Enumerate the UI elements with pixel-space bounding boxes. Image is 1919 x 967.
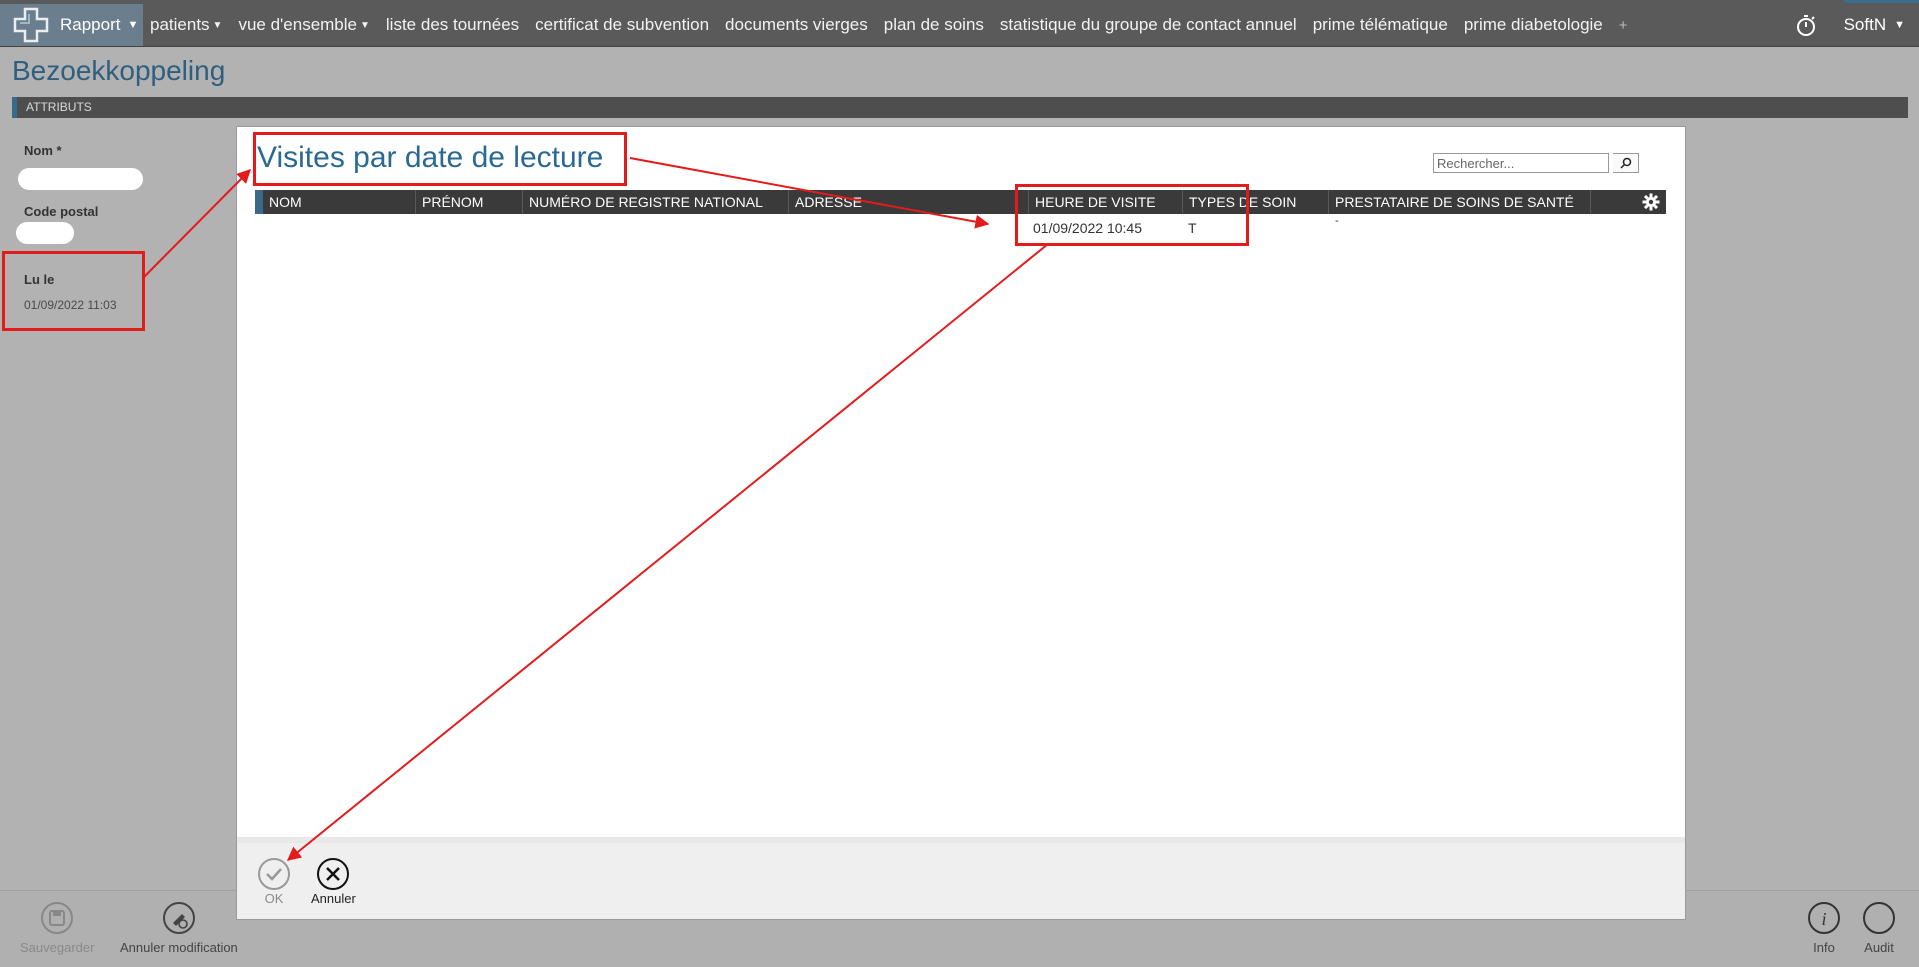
gear-icon[interactable] bbox=[1642, 193, 1660, 211]
main-nav: patients ▼ vue d'ensemble ▼ liste des tourné… bbox=[150, 4, 1644, 46]
dialog-footer: OK Annuler bbox=[237, 837, 1685, 919]
nav-item-3[interactable]: certificat de subvention bbox=[535, 15, 709, 35]
search-icon bbox=[1619, 157, 1631, 169]
save-button[interactable]: Sauvegarder bbox=[20, 901, 94, 955]
nav-item-label: prime diabetologie bbox=[1463, 15, 1603, 34]
nav-item-4[interactable]: documents vierges bbox=[725, 15, 868, 35]
code-postal-label: Code postal bbox=[24, 204, 99, 219]
chevron-down-icon: ▼ bbox=[127, 19, 139, 31]
ok-button[interactable]: OK bbox=[257, 857, 291, 906]
cell-prestataire: - bbox=[1335, 215, 1339, 227]
nav-item-label: plan de soins bbox=[883, 15, 984, 34]
nom-label: Nom * bbox=[24, 143, 62, 158]
medical-cross-icon bbox=[13, 7, 49, 43]
top-navigation-bar: Rapport ▼ patients ▼ vue d'ensemble ▼ liste … bbox=[0, 0, 1919, 47]
nav-item-label: prime télématique bbox=[1312, 15, 1448, 34]
nav-item-6[interactable]: statistique du groupe de contact annuel bbox=[1000, 15, 1297, 35]
app-menu-button[interactable]: Rapport ▼ bbox=[0, 4, 143, 46]
column-header-nom[interactable]: NOM bbox=[263, 190, 416, 214]
nav-item-1[interactable]: vue d'ensemble ▼ bbox=[238, 15, 369, 35]
undo-changes-button[interactable]: Annuler modification bbox=[120, 901, 238, 955]
audit-icon bbox=[1863, 902, 1895, 934]
undo-changes-label: Annuler modification bbox=[120, 940, 238, 955]
nav-item-7[interactable]: prime télématique bbox=[1313, 15, 1448, 35]
annotation-box bbox=[1015, 184, 1249, 246]
visits-dialog: Visites par date de lecture NOM PRÉNOM N… bbox=[236, 126, 1686, 920]
svg-text:i: i bbox=[1821, 909, 1826, 929]
nav-item-label: certificat de subvention bbox=[535, 15, 710, 34]
nav-item-0[interactable]: patients ▼ bbox=[150, 15, 222, 35]
nav-item-8[interactable]: prime diabetologie bbox=[1464, 15, 1603, 35]
section-header: ATTRIBUTS bbox=[12, 97, 1908, 118]
stopwatch-icon[interactable] bbox=[1794, 13, 1818, 37]
search-input[interactable] bbox=[1433, 153, 1609, 173]
cancel-label: Annuler bbox=[311, 891, 356, 906]
user-menu[interactable]: SoftN bbox=[1844, 15, 1887, 35]
cancel-button[interactable]: Annuler bbox=[311, 857, 356, 906]
checkmark-icon bbox=[258, 858, 290, 890]
nav-item-2[interactable]: liste des tournées bbox=[386, 15, 519, 35]
page-title: Bezoekkoppeling bbox=[12, 55, 226, 86]
column-header-adresse[interactable]: ADRESSE bbox=[789, 190, 1029, 214]
info-label: Info bbox=[1813, 940, 1835, 955]
chevron-down-icon: ▼ bbox=[212, 19, 223, 31]
undo-edit-icon bbox=[162, 902, 195, 934]
nav-item-label: statistique du groupe de contact annuel bbox=[999, 15, 1297, 34]
search-button[interactable] bbox=[1613, 153, 1639, 173]
search-box bbox=[1433, 153, 1649, 175]
nav-item-label: vue d'ensemble bbox=[238, 15, 357, 34]
nom-field-redacted[interactable] bbox=[18, 168, 143, 190]
grid-header: NOM PRÉNOM NUMÉRO DE REGISTRE NATIONAL A… bbox=[255, 190, 1666, 214]
column-header-prenom[interactable]: PRÉNOM bbox=[416, 190, 523, 214]
nav-item-5[interactable]: plan de soins bbox=[884, 15, 984, 35]
nav-item-label: documents vierges bbox=[725, 15, 868, 34]
accent-strip bbox=[1844, 0, 1919, 3]
annotation-box bbox=[2, 251, 145, 331]
save-label: Sauvegarder bbox=[20, 940, 95, 955]
nav-item-label: liste des tournées bbox=[385, 15, 520, 34]
chevron-down-icon: ▼ bbox=[360, 19, 370, 31]
add-tab-button[interactable]: + bbox=[1619, 17, 1628, 34]
info-button[interactable]: i Info bbox=[1807, 901, 1841, 955]
app-menu-label: Rapport bbox=[60, 15, 121, 34]
column-header-registre[interactable]: NUMÉRO DE REGISTRE NATIONAL bbox=[523, 190, 789, 214]
info-icon: i bbox=[1808, 902, 1840, 934]
close-icon bbox=[317, 858, 350, 890]
floppy-disk-icon bbox=[41, 902, 74, 934]
chevron-down-icon: ▼ bbox=[1894, 19, 1905, 31]
audit-label: Audit bbox=[1864, 940, 1894, 955]
audit-button[interactable]: Audit bbox=[1862, 901, 1896, 955]
annotation-box bbox=[253, 132, 627, 186]
nav-item-label: patients bbox=[150, 15, 210, 34]
column-header-prestataire[interactable]: PRESTATAIRE DE SOINS DE SANTÉ bbox=[1329, 190, 1591, 214]
ok-label: OK bbox=[264, 891, 284, 906]
code-postal-field-redacted[interactable] bbox=[16, 222, 74, 244]
